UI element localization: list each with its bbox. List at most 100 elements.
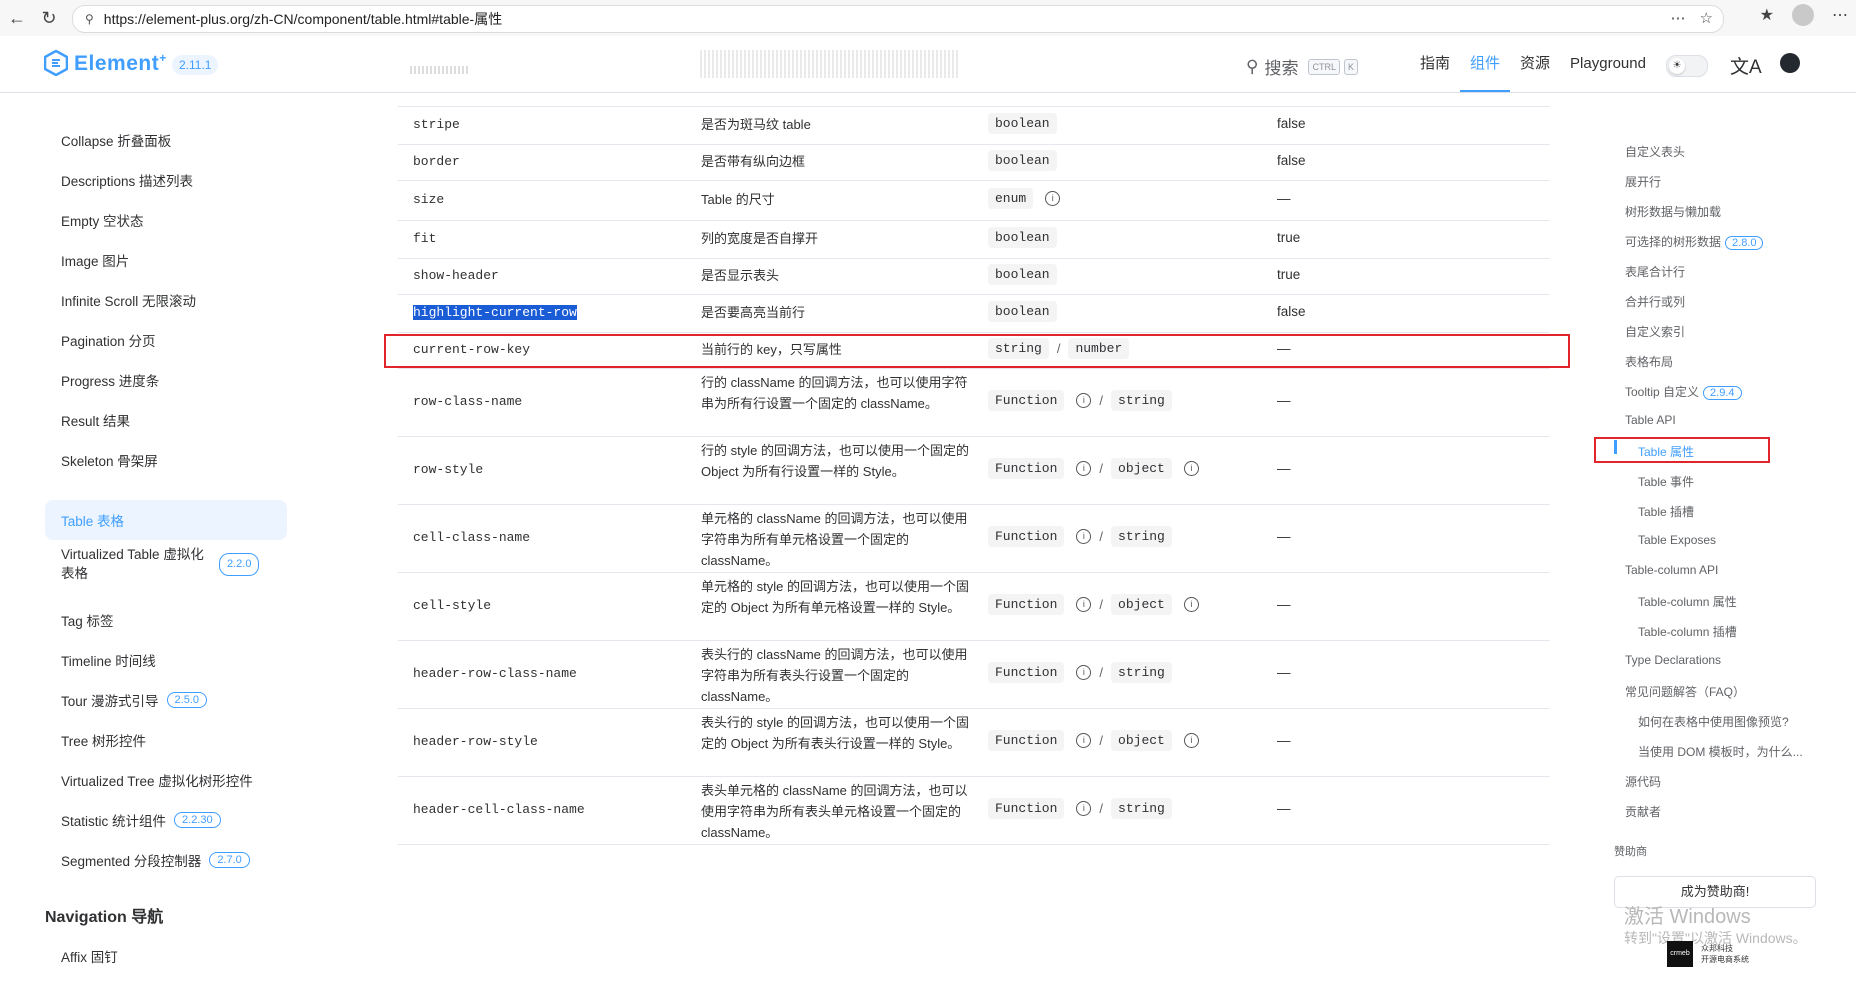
toc-item-label: Table 插槽 (1638, 505, 1695, 519)
star-icon[interactable]: ☆ (1700, 9, 1713, 27)
toc-item[interactable]: Table Exposes (1638, 533, 1716, 547)
toc-item[interactable]: Table-column 插槽 (1638, 623, 1737, 640)
attr-default: — (1277, 733, 1291, 748)
sidebar-item-label: Tree 树形控件 (61, 734, 147, 749)
toc-item[interactable]: 当使用 DOM 模板时，为什么... (1638, 743, 1803, 760)
sidebar-item-tour[interactable]: Tour 漫游式引导 2.5.0 (45, 680, 287, 720)
toc-item[interactable]: Table API (1625, 413, 1676, 427)
sidebar-item-progress[interactable]: Progress 进度条 (45, 360, 287, 400)
sidebar-item-empty[interactable]: Empty 空状态 (45, 200, 287, 240)
back-icon[interactable]: ← (2, 3, 32, 33)
more-icon[interactable]: ⋯ (1671, 9, 1686, 27)
toc-item[interactable]: 表格布局 (1625, 353, 1673, 370)
table-row: header-row-style 表头行的 style 的回调方法，也可以使用一个… (398, 708, 1550, 777)
attr-name: row-style (413, 462, 484, 477)
reload-icon[interactable]: ↻ (34, 3, 64, 33)
sidebar-item-affix[interactable]: Affix 固钉 (45, 936, 287, 976)
toc-item[interactable]: 如何在表格中使用图像预览? (1638, 713, 1789, 730)
toc-item[interactable]: 树形数据与懒加载 (1625, 203, 1721, 220)
toc-item[interactable]: 常见问题解答（FAQ） (1625, 683, 1745, 700)
toc-item[interactable]: Type Declarations (1625, 653, 1721, 667)
nav-component[interactable]: 组件 (1460, 36, 1511, 92)
nav-resource[interactable]: 资源 (1510, 36, 1560, 92)
sidebar-item-virtualized-tree[interactable]: Virtualized Tree 虚拟化树形控件 (45, 760, 287, 800)
nav-playground[interactable]: Playground (1560, 36, 1656, 92)
info-icon[interactable]: i (1076, 597, 1092, 612)
sidebar-item-pagination[interactable]: Pagination 分页 (45, 320, 287, 360)
logo-text: Element (74, 51, 160, 75)
info-icon[interactable]: i (1076, 393, 1092, 408)
sidebar-item-tag[interactable]: Tag 标签 (45, 600, 287, 640)
type-code: boolean (988, 301, 1057, 322)
info-icon[interactable]: i (1076, 529, 1092, 544)
sponsor-logo[interactable]: crmeb 众邦科技 开源电商系统 (1667, 932, 1817, 976)
sidebar-item-image[interactable]: Image 图片 (45, 240, 287, 280)
sidebar-item-label: Result 结果 (61, 414, 131, 429)
url-text[interactable]: https://element-plus.org/zh-CN/component… (104, 9, 502, 29)
sidebar-item-result[interactable]: Result 结果 (45, 400, 287, 440)
toc-item[interactable]: Table-column 属性 (1638, 593, 1737, 610)
toc-item[interactable]: Table-column API (1625, 563, 1718, 577)
site-logo[interactable]: Element+ (44, 50, 167, 76)
type-code: string (1111, 526, 1172, 547)
table-row: header-cell-class-name 表头单元格的 className 的… (398, 776, 1550, 845)
address-bar[interactable]: ⚲ https://element-plus.org/zh-CN/compone… (72, 5, 1724, 33)
sidebar-item-segmented[interactable]: Segmented 分段控制器 2.7.0 (45, 840, 287, 880)
toc-item[interactable]: 展开行 (1625, 173, 1661, 190)
attr-description: 是否带有纵向边框 (701, 154, 806, 169)
kbd-k: K (1343, 58, 1358, 75)
toc-item[interactable]: 自定义表头 (1625, 143, 1685, 160)
toc-item[interactable]: 表尾合计行 (1625, 263, 1685, 280)
sidebar-item-skeleton[interactable]: Skeleton 骨架屏 (45, 440, 287, 480)
attr-type: Function i / string (988, 526, 1172, 547)
theme-toggle[interactable]: ☀ (1666, 55, 1708, 77)
toc-item-label: 表格布局 (1625, 355, 1674, 369)
menu-icon[interactable]: ⋯ (1832, 5, 1848, 25)
info-icon[interactable]: i (1183, 733, 1199, 748)
favorites-icon[interactable]: ★ (1760, 5, 1774, 25)
sidebar-item-infinite-scroll[interactable]: Infinite Scroll 无限滚动 (45, 280, 287, 320)
info-icon[interactable]: i (1076, 733, 1092, 748)
sidebar-item-collapse[interactable]: Collapse 折叠面板 (45, 120, 287, 160)
info-icon[interactable]: i (1076, 801, 1092, 816)
sidebar-item-label: Timeline 时间线 (61, 654, 156, 669)
sun-icon: ☀ (1669, 58, 1685, 74)
info-icon[interactable]: i (1045, 191, 1061, 206)
sidebar-item-table[interactable]: Table 表格 (45, 500, 287, 540)
table-row: row-style 行的 style 的回调方法，也可以使用一个固定的 Objec… (398, 436, 1550, 505)
info-icon[interactable]: i (1076, 461, 1092, 476)
sidebar-item-descriptions[interactable]: Descriptions 描述列表 (45, 160, 287, 200)
sidebar-item-statistic[interactable]: Statistic 统计组件 2.2.30 (45, 800, 287, 840)
toc-item[interactable]: 自定义索引 (1625, 323, 1685, 340)
toc-item[interactable]: 合并行或列 (1625, 293, 1685, 310)
sidebar-item-label: Table 表格 (61, 514, 125, 529)
info-icon[interactable]: i (1183, 461, 1199, 476)
attr-description: 列的宽度是否自撑开 (701, 231, 819, 246)
attr-default: — (1277, 191, 1291, 206)
toc-item[interactable]: 贡献者 (1625, 803, 1661, 820)
info-icon[interactable]: i (1076, 665, 1092, 680)
search-button[interactable]: ⚲ 搜索 CTRL K (1246, 54, 1358, 79)
toc-item[interactable]: Table 插槽 (1638, 503, 1694, 520)
attr-description: 是否为斑马纹 table (701, 117, 811, 132)
type-code: Function (988, 798, 1065, 819)
search-icon: ⚲ (1246, 56, 1259, 76)
sidebar-item-virtualized-table[interactable]: Virtualized Table 虚拟化表格 2.2.0 (45, 540, 287, 588)
toc-item-label: 常见问题解答（FAQ） (1625, 685, 1746, 699)
sidebar-item-tree[interactable]: Tree 树形控件 (45, 720, 287, 760)
translate-icon[interactable]: 文A (1730, 52, 1762, 79)
toc-item[interactable]: Tooltip 自定义 2.9.4 (1625, 383, 1742, 400)
github-icon[interactable] (1780, 53, 1800, 73)
toc-item[interactable]: 源代码 (1625, 773, 1661, 790)
attr-description: 行的 className 的回调方法，也可以使用字符串为所有行设置一个固定的 c… (701, 375, 968, 411)
toc-item[interactable]: 可选择的树形数据 2.8.0 (1625, 233, 1764, 250)
attr-name: fit (413, 231, 437, 246)
sidebar-item-timeline[interactable]: Timeline 时间线 (45, 640, 287, 680)
info-icon[interactable]: i (1183, 597, 1199, 612)
nav-guide[interactable]: 指南 (1410, 36, 1460, 92)
attr-default: false (1277, 153, 1306, 168)
sidebar: Collapse 折叠面板 Descriptions 描述列表 Empty 空状… (0, 93, 300, 981)
profile-avatar[interactable] (1792, 4, 1814, 26)
table-row: highlight-current-row 是否要高亮当前行 boolean fals… (398, 294, 1550, 333)
toc-item[interactable]: Table 事件 (1638, 473, 1694, 490)
